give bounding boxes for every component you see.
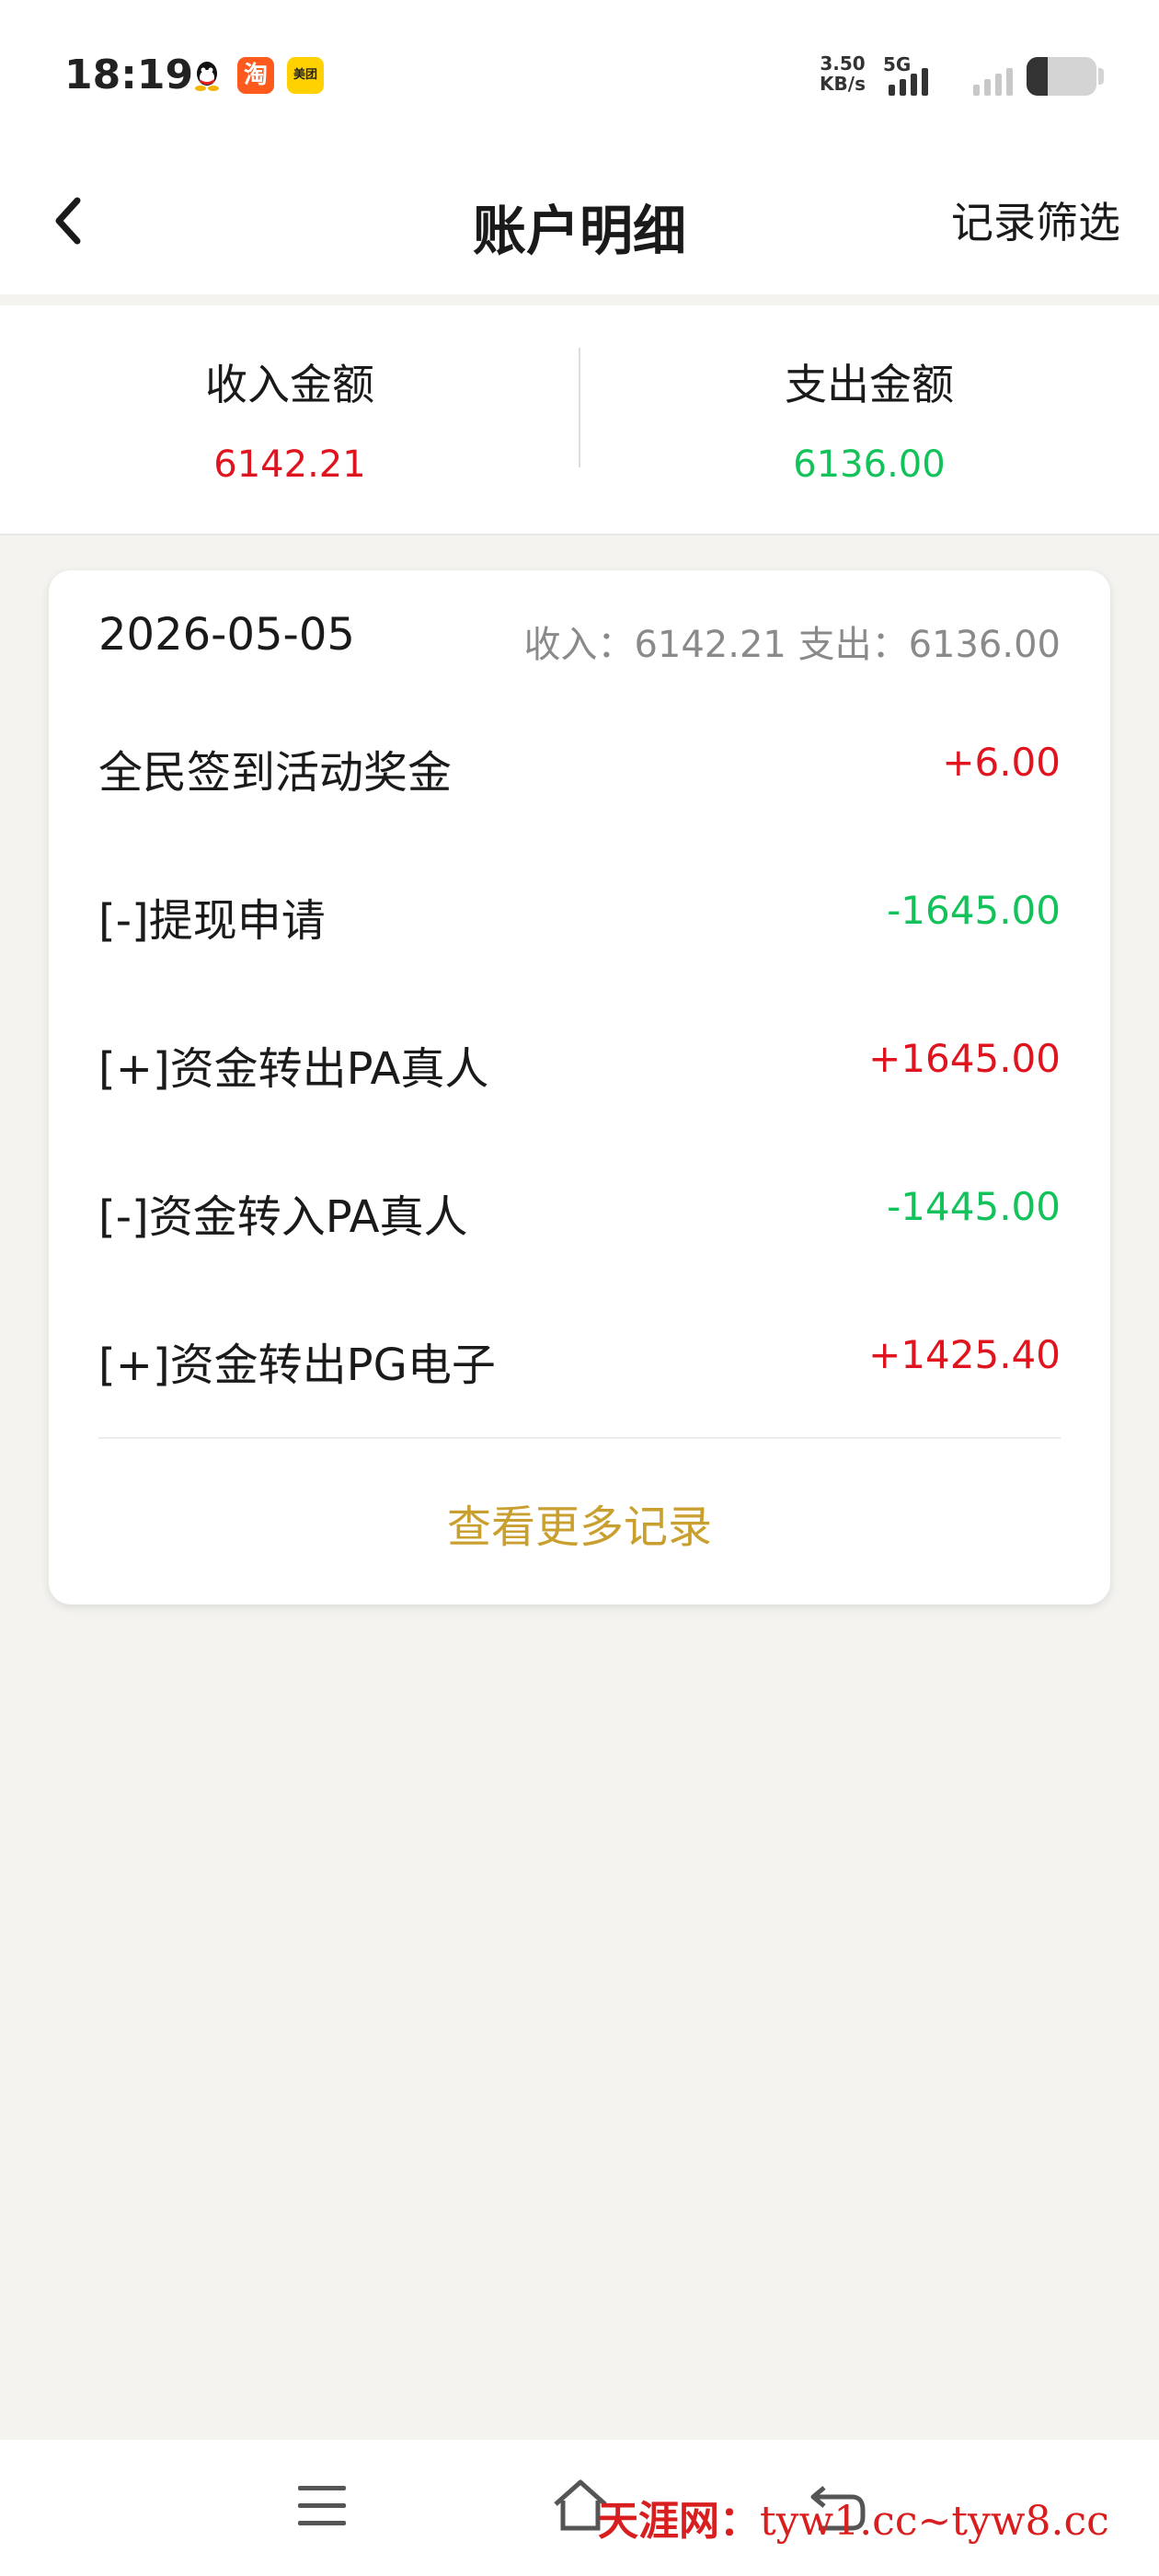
card-divider bbox=[98, 1437, 1061, 1439]
record-label: 全民签到活动奖金 bbox=[98, 747, 453, 799]
record-amount: +1645.00 bbox=[868, 1036, 1061, 1081]
list-item[interactable]: [+]资金转出PA真人 +1645.00 bbox=[98, 995, 1061, 1144]
battery-level bbox=[1027, 57, 1048, 96]
record-amount: -1645.00 bbox=[887, 888, 1061, 933]
day-expense-prefix: 支出： bbox=[798, 624, 909, 666]
list-item[interactable]: 全民签到活动奖金 +6.00 bbox=[98, 699, 1061, 847]
net-speed: 3.50 KB/s bbox=[815, 53, 870, 94]
qq-icon bbox=[189, 57, 225, 94]
meituan-icon: 美团 bbox=[287, 57, 324, 94]
day-income-prefix: 收入： bbox=[523, 624, 635, 666]
expense-summary: 支出金额 6136.00 bbox=[580, 305, 1159, 535]
net-speed-unit: KB/s bbox=[820, 73, 866, 95]
day-record-card: 2026-05-05 收入：6142.21 支出：6136.00 全民签到活动奖… bbox=[49, 570, 1110, 1604]
day-expense-total: 6136.00 bbox=[908, 624, 1061, 666]
system-nav-bar: 天涯网：tyw1.cc~tyw8.cc bbox=[0, 2440, 1159, 2576]
watermark: 天涯网：tyw1.cc~tyw8.cc bbox=[598, 2488, 1109, 2547]
net-speed-value: 3.50 bbox=[820, 52, 866, 75]
record-amount: +6.00 bbox=[942, 740, 1061, 785]
expense-value: 6136.00 bbox=[793, 443, 946, 486]
income-value: 6142.21 bbox=[213, 443, 366, 486]
nav-bar: 账户明细 记录筛选 bbox=[0, 147, 1159, 294]
list-item[interactable]: [-]资金转入PA真人 -1445.00 bbox=[98, 1144, 1061, 1292]
battery-icon bbox=[1027, 57, 1096, 96]
list-item[interactable]: [-]提现申请 -1645.00 bbox=[98, 847, 1061, 995]
expense-label: 支出金额 bbox=[785, 360, 954, 409]
record-label: [-]提现申请 bbox=[98, 895, 326, 947]
signal-5g-icon bbox=[889, 64, 928, 96]
record-filter-button[interactable]: 记录筛选 bbox=[951, 190, 1120, 250]
battery-tip bbox=[1098, 68, 1104, 85]
record-amount: -1445.00 bbox=[887, 1184, 1061, 1229]
day-income-total: 6142.21 bbox=[634, 624, 786, 666]
watermark-url: tyw1.cc~tyw8.cc bbox=[760, 2498, 1109, 2545]
watermark-name: 天涯网： bbox=[598, 2498, 760, 2545]
amount-summary: 收入金额 6142.21 支出金额 6136.00 bbox=[0, 305, 1159, 535]
record-label: [+]资金转出PA真人 bbox=[98, 1043, 489, 1095]
record-label: [+]资金转出PG电子 bbox=[98, 1340, 496, 1391]
record-amount: +1425.40 bbox=[868, 1332, 1061, 1377]
status-time: 18:19 bbox=[64, 52, 194, 98]
income-label: 收入金额 bbox=[205, 360, 374, 409]
list-item[interactable]: [+]资金转出PG电子 +1425.40 bbox=[98, 1292, 1061, 1440]
taobao-icon: 淘 bbox=[237, 57, 274, 94]
status-bar: 18:19 淘 美团 3.50 KB/s 5G bbox=[0, 0, 1159, 147]
view-more-records-button[interactable]: 查看更多记录 bbox=[49, 1490, 1110, 1555]
income-summary: 收入金额 6142.21 bbox=[0, 305, 580, 535]
record-label: [-]资金转入PA真人 bbox=[98, 1191, 468, 1243]
menu-icon[interactable] bbox=[294, 2478, 350, 2534]
record-list: 全民签到活动奖金 +6.00 [-]提现申请 -1645.00 [+]资金转出P… bbox=[98, 699, 1061, 1440]
signal-secondary-icon bbox=[973, 64, 1013, 96]
day-totals: 收入：6142.21 支出：6136.00 bbox=[523, 615, 1061, 668]
record-date: 2026-05-05 bbox=[98, 609, 355, 661]
